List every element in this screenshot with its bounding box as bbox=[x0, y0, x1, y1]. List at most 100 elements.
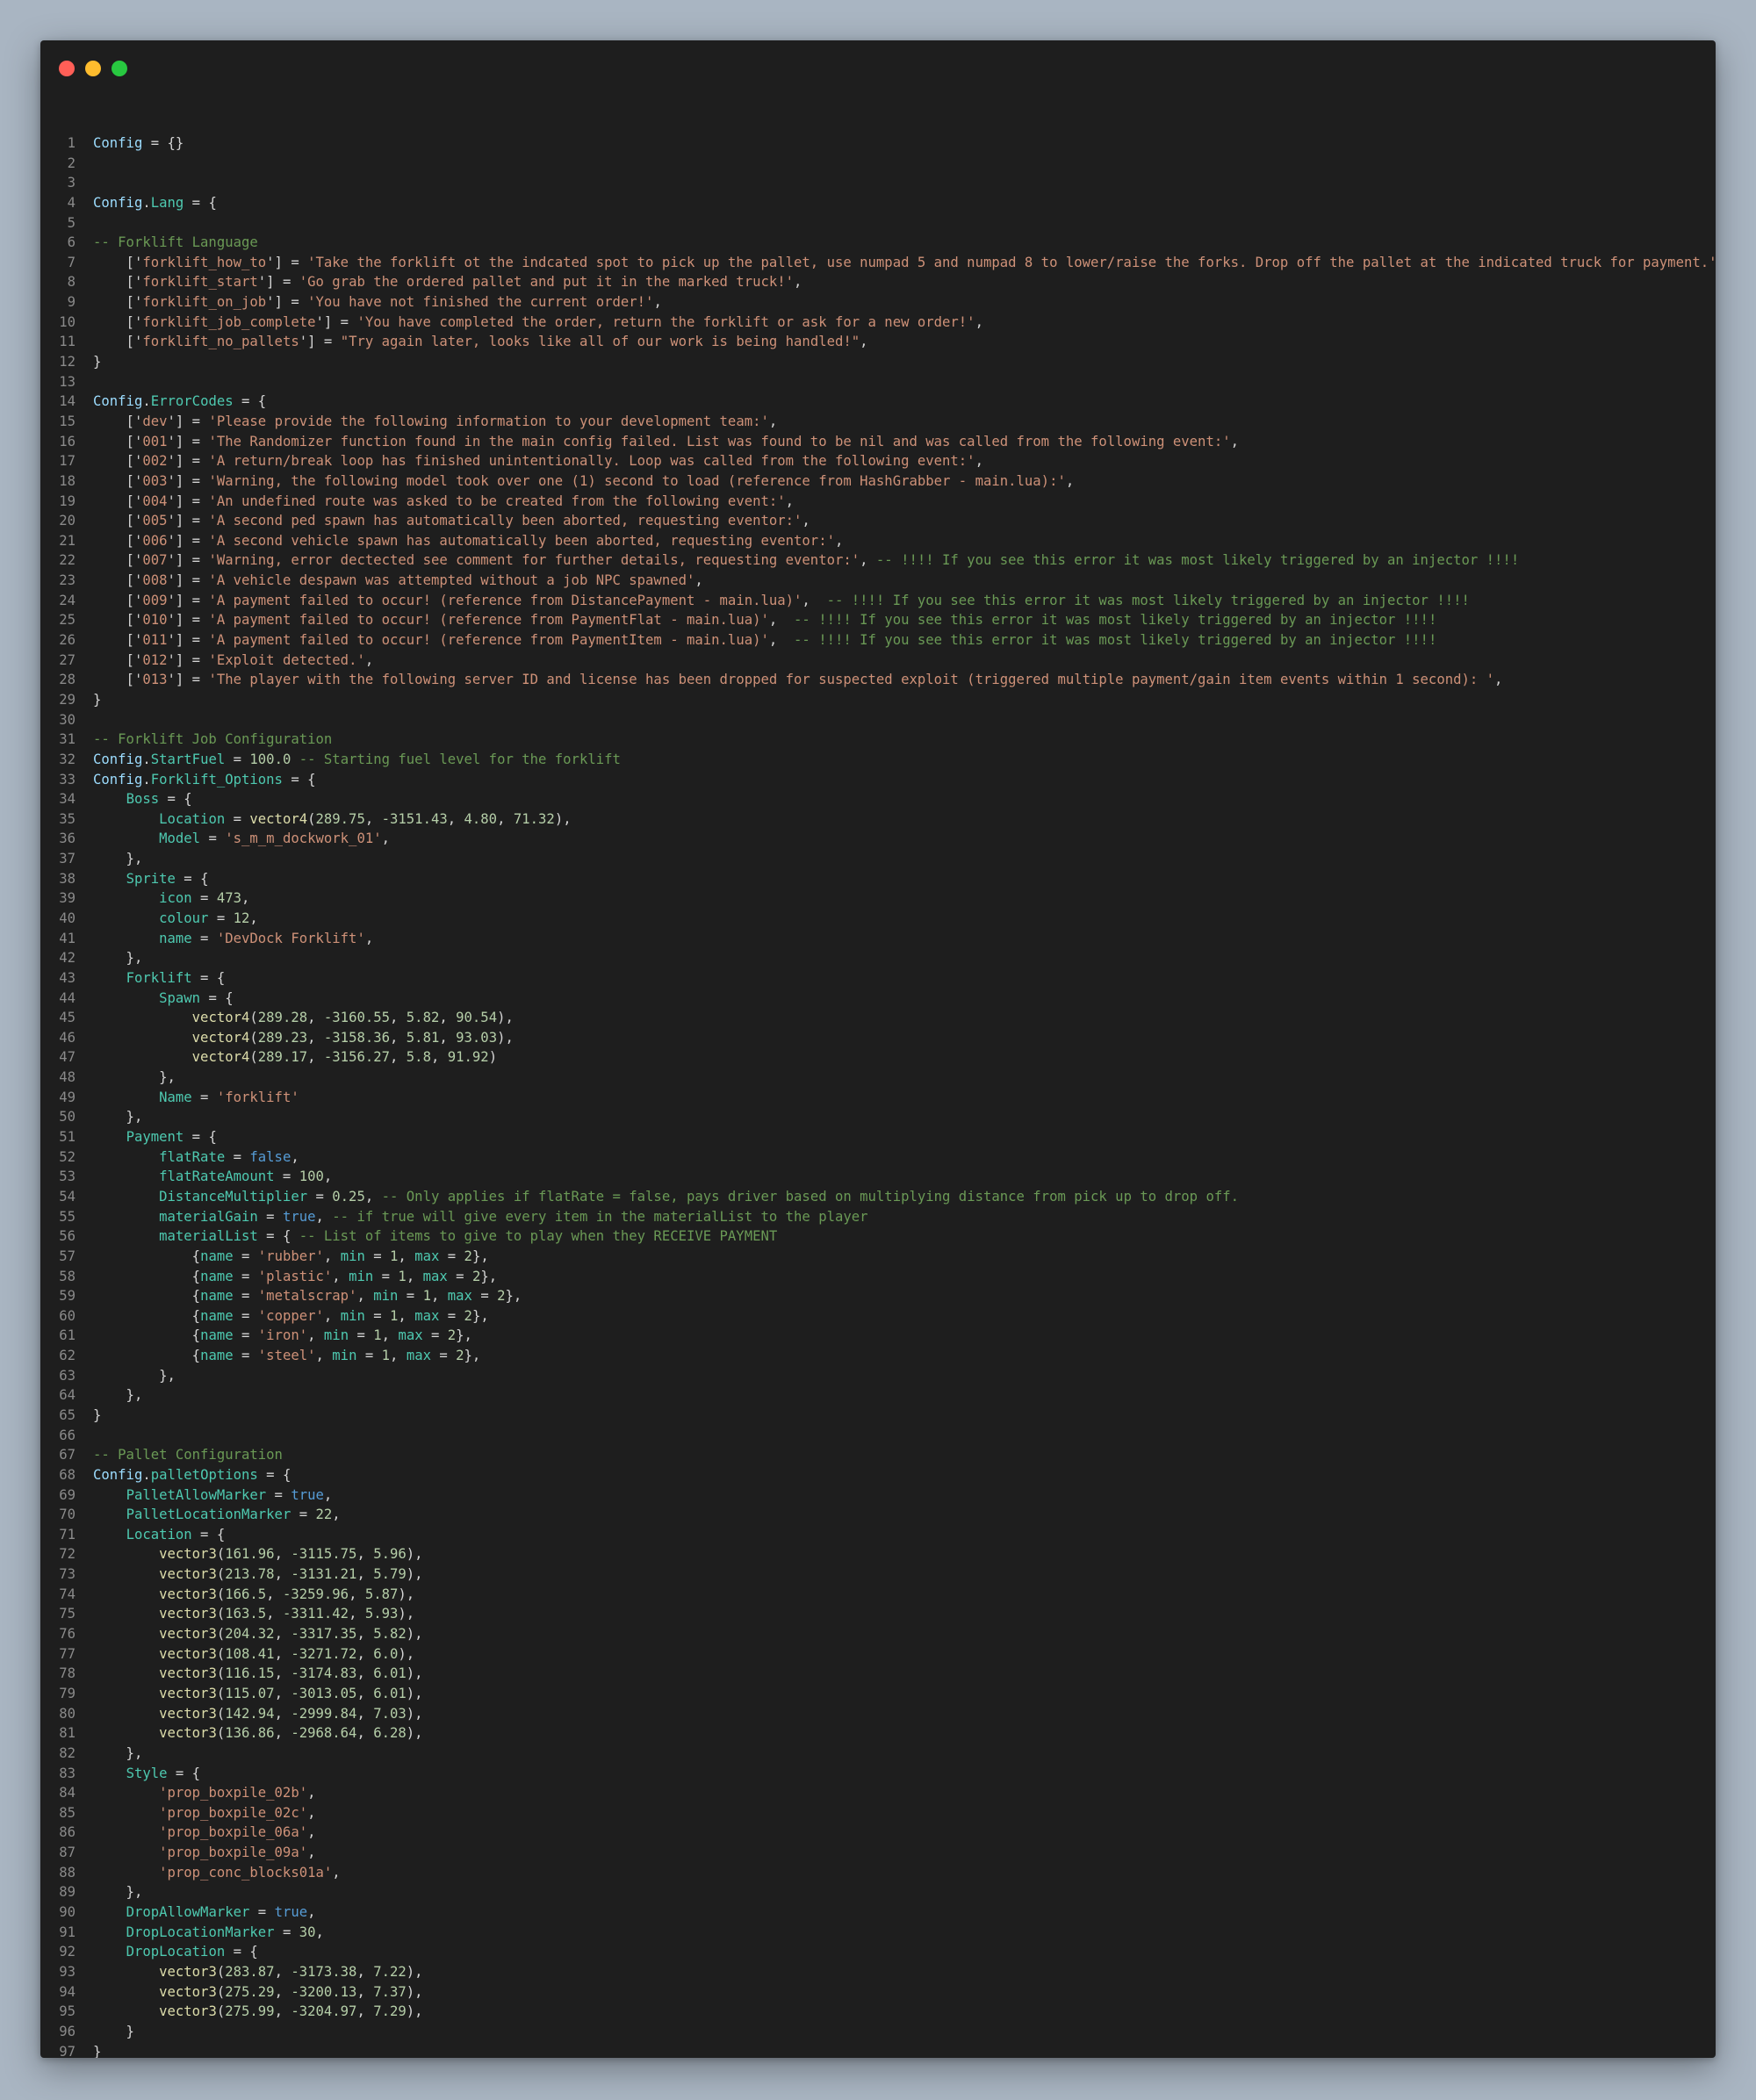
code-token: name bbox=[159, 930, 192, 946]
code-line: 48 }, bbox=[40, 1068, 1716, 1088]
code-token: vector3 bbox=[159, 2003, 217, 2020]
code-token: = bbox=[430, 1348, 457, 1364]
code-token: = { bbox=[167, 1765, 201, 1781]
code-token: = bbox=[233, 1268, 258, 1284]
code-token: -3259.96 bbox=[282, 1586, 349, 1602]
code-token: , bbox=[1230, 433, 1239, 449]
code-token: min bbox=[373, 1288, 399, 1305]
code-token: } bbox=[93, 2023, 134, 2039]
line-number: 46 bbox=[59, 1029, 76, 1046]
code-token: '] = bbox=[167, 513, 209, 529]
code-token: forklift_on_job bbox=[142, 294, 267, 311]
code-line: 59 {name = 'metalscrap', min = 1, max = … bbox=[40, 1286, 1716, 1306]
code-token: ), bbox=[406, 1685, 423, 1701]
code-token: -3173.38 bbox=[291, 1963, 357, 1980]
line-text: } bbox=[93, 2022, 134, 2042]
maximize-icon[interactable] bbox=[112, 61, 127, 76]
code-editor[interactable]: 1 Config = {} 2 3 4 Config.Lang = {5 6 -- Forkl… bbox=[40, 133, 1716, 2058]
code-token: 7.29 bbox=[373, 2003, 407, 2020]
code-token: , bbox=[406, 1268, 423, 1284]
close-icon[interactable] bbox=[59, 61, 75, 76]
code-token: 289.75 bbox=[315, 810, 365, 827]
code-token: 5.82 bbox=[373, 1626, 407, 1643]
code-token: Location bbox=[159, 810, 226, 827]
code-token: -3131.21 bbox=[291, 1566, 357, 1583]
code-token: [' bbox=[93, 313, 143, 330]
code-token: , bbox=[274, 2003, 291, 2020]
code-token: 013 bbox=[142, 672, 168, 688]
code-token: 115.07 bbox=[225, 1685, 275, 1701]
line-number: 8 bbox=[67, 274, 76, 291]
code-token: 1 bbox=[373, 1327, 382, 1344]
line-number: 4 bbox=[67, 194, 76, 211]
code-line: 96 } bbox=[40, 2022, 1716, 2042]
line-text: vector3(142.94, -2999.84, 7.03), bbox=[93, 1704, 422, 1724]
line-text: } bbox=[93, 352, 101, 372]
line-text: vector3(136.86, -2968.64, 6.28), bbox=[93, 1723, 422, 1744]
code-token: , bbox=[381, 1327, 399, 1344]
code-token: Config bbox=[93, 194, 143, 211]
code-token: 473 bbox=[216, 890, 242, 907]
code-token: ( bbox=[307, 810, 316, 827]
line-number: 3 bbox=[67, 175, 76, 191]
line-text: Model = 's_m_m_dockwork_01', bbox=[93, 829, 390, 849]
code-token: [' bbox=[93, 433, 143, 449]
code-token: ), bbox=[554, 810, 572, 827]
code-token: ), bbox=[497, 1010, 514, 1026]
code-line: 1 Config = {} bbox=[40, 133, 1716, 154]
code-token: 166.5 bbox=[225, 1586, 267, 1602]
code-token: 5.79 bbox=[373, 1566, 407, 1583]
code-token: , bbox=[241, 890, 250, 907]
code-token: 'Go grab the ordered pallet and put it i… bbox=[299, 274, 795, 291]
code-token: 'steel' bbox=[257, 1348, 316, 1364]
code-token: 'An undefined route was asked to be crea… bbox=[208, 493, 786, 509]
line-number: 27 bbox=[59, 651, 76, 668]
line-text: materialGain = true, -- if true will giv… bbox=[93, 1207, 867, 1227]
line-number: 85 bbox=[59, 1804, 76, 1821]
code-token: [' bbox=[93, 453, 143, 470]
code-token: , bbox=[356, 1288, 374, 1305]
line-number: 34 bbox=[59, 791, 76, 808]
code-token: 100 bbox=[299, 1169, 324, 1185]
code-token: , bbox=[975, 313, 983, 330]
code-token: vector3 bbox=[159, 1566, 217, 1583]
line-number: 33 bbox=[59, 771, 76, 788]
code-token: . bbox=[142, 751, 151, 767]
code-token: colour bbox=[159, 910, 209, 926]
line-number: 12 bbox=[59, 354, 76, 370]
line-text: {name = 'copper', min = 1, max = 2}, bbox=[93, 1306, 489, 1327]
code-token: ), bbox=[406, 1546, 423, 1563]
code-token: 6.01 bbox=[373, 1685, 407, 1701]
code-token: 'A payment failed to occur! (reference f… bbox=[208, 592, 802, 608]
code-token: '] = bbox=[299, 334, 341, 350]
line-number: 13 bbox=[59, 373, 76, 390]
code-token: [' bbox=[93, 254, 143, 270]
code-token: 6.28 bbox=[373, 1725, 407, 1742]
code-token: ( bbox=[216, 1665, 226, 1682]
line-text: colour = 12, bbox=[93, 909, 258, 929]
line-number: 23 bbox=[59, 572, 76, 589]
line-text: {name = 'steel', min = 1, max = 2}, bbox=[93, 1346, 481, 1366]
code-line: 33 Config.Forklift_Options = { bbox=[40, 770, 1716, 790]
code-token: -- Pallet Configuration bbox=[93, 1447, 283, 1464]
code-token: }, bbox=[93, 1884, 143, 1901]
code-token: 2 bbox=[464, 1307, 472, 1324]
minimize-icon[interactable] bbox=[85, 61, 101, 76]
line-number: 42 bbox=[59, 950, 76, 967]
code-token: , bbox=[291, 1148, 299, 1165]
code-token: ( bbox=[216, 1963, 226, 1980]
code-token: 'A payment failed to occur! (reference f… bbox=[208, 612, 769, 629]
code-token: , bbox=[274, 1626, 291, 1643]
code-token: , bbox=[274, 1685, 291, 1701]
code-token: min bbox=[340, 1248, 365, 1264]
code-line: 88 'prop_conc_blocks01a', bbox=[40, 1863, 1716, 1883]
code-line: 23 ['008'] = 'A vehicle despawn was atte… bbox=[40, 571, 1716, 591]
line-number: 93 bbox=[59, 1963, 76, 1980]
line-number: 49 bbox=[59, 1089, 76, 1105]
code-token: Boss bbox=[126, 791, 160, 808]
line-number: 76 bbox=[59, 1626, 76, 1643]
code-token: = bbox=[233, 1288, 258, 1305]
